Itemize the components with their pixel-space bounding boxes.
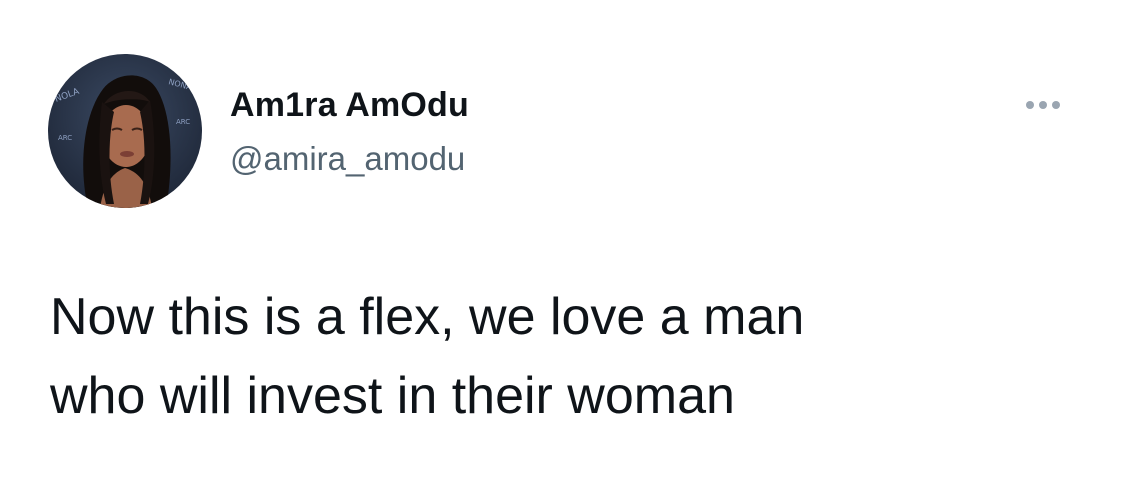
more-horizontal-icon-dot — [1039, 101, 1047, 109]
more-horizontal-icon-dot — [1052, 101, 1060, 109]
user-handle[interactable]: @amira_amodu — [230, 140, 465, 178]
more-options-button[interactable] — [1018, 88, 1068, 122]
tweet-text: Now this is a flex, we love a man who wi… — [50, 278, 1050, 436]
svg-text:ARC: ARC — [176, 118, 190, 126]
svg-text:ARC: ARC — [58, 134, 72, 142]
tweet-text-line: who will invest in their woman — [50, 367, 735, 425]
display-name[interactable]: Am1ra AmOdu — [230, 86, 469, 125]
tweet-text-line: Now this is a flex, we love a man — [50, 288, 805, 346]
tweet-card: NOLA NONA ARC ARC Am1ra AmOdu @amira_amo… — [0, 0, 1125, 481]
avatar[interactable]: NOLA NONA ARC ARC — [48, 54, 202, 208]
profile-photo-icon: NOLA NONA ARC ARC — [48, 54, 202, 208]
more-horizontal-icon — [1026, 101, 1034, 109]
